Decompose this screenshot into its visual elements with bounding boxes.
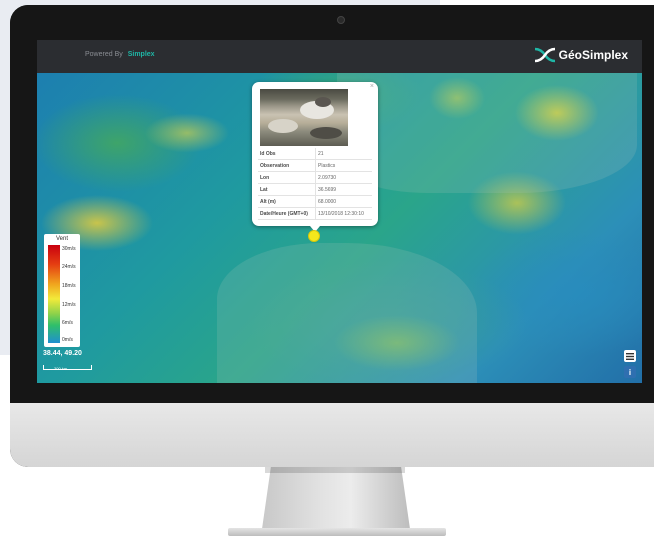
observation-photo[interactable] bbox=[260, 89, 348, 146]
table-row: Alt (m) 68.0000 bbox=[258, 195, 372, 208]
legend-title: Vent bbox=[55, 236, 68, 242]
row-key: Lat bbox=[258, 183, 316, 196]
table-row: Lat 36.5699 bbox=[258, 183, 372, 196]
monitor-base bbox=[228, 528, 446, 536]
info-button[interactable]: i bbox=[624, 366, 636, 378]
top-bar: Powered By Simplex GéoSimplex bbox=[37, 40, 642, 73]
legend-tick: 0m/s bbox=[62, 337, 73, 343]
geosimplex-logo[interactable]: GéoSimplex bbox=[533, 46, 628, 64]
table-row: Observation Plastics bbox=[258, 159, 372, 172]
land-europe bbox=[337, 73, 637, 193]
cursor-coordinates: 38.44, 49.20 bbox=[43, 350, 82, 357]
info-icon: i bbox=[628, 367, 632, 377]
photo-detail bbox=[315, 97, 331, 107]
legend-color-scale bbox=[48, 245, 60, 343]
stand-shadow bbox=[265, 467, 405, 473]
observation-table: Id Obs 21 Observation Plastics Lon 2.09730 … bbox=[258, 148, 372, 220]
layers-list-button[interactable] bbox=[624, 350, 636, 362]
observation-marker[interactable] bbox=[308, 230, 320, 242]
camera bbox=[337, 16, 345, 24]
scale-bar bbox=[43, 365, 92, 370]
list-icon bbox=[626, 352, 634, 360]
row-key: Observation bbox=[258, 159, 316, 172]
table-row: Lon 2.09730 bbox=[258, 171, 372, 184]
row-value: Plastics bbox=[315, 159, 372, 172]
table-row: Id Obs 21 bbox=[258, 148, 372, 160]
legend-tick: 30m/s bbox=[62, 246, 76, 252]
logo-text: GéoSimplex bbox=[558, 48, 628, 62]
row-key: Id Obs bbox=[258, 148, 316, 160]
row-key: Alt (m) bbox=[258, 195, 316, 208]
logo-icon bbox=[534, 47, 555, 63]
legend-tick: 6m/s bbox=[62, 320, 73, 326]
row-key: Lon bbox=[258, 171, 316, 184]
row-value: 68.0000 bbox=[315, 195, 372, 208]
app-screen: Powered By Simplex GéoSimplex Vent 30m/s… bbox=[37, 40, 642, 383]
photo-detail bbox=[310, 127, 342, 139]
powered-by-brand: Simplex bbox=[127, 51, 155, 58]
monitor: Powered By Simplex GéoSimplex Vent 30m/s… bbox=[10, 5, 654, 467]
scale-bar-label: 300 km bbox=[54, 366, 68, 371]
row-value: 36.5699 bbox=[315, 183, 372, 196]
legend-tick: 18m/s bbox=[62, 283, 76, 289]
row-value: 13/10/2018 12:30:10 bbox=[315, 207, 372, 220]
legend-tick: 12m/s bbox=[62, 302, 76, 308]
powered-by-label: Powered By bbox=[85, 51, 123, 58]
monitor-chin bbox=[10, 403, 654, 467]
row-value: 21 bbox=[315, 148, 372, 160]
wind-map[interactable]: Vent 30m/s 24m/s 18m/s 12m/s 6m/s 0m/s 3… bbox=[37, 73, 642, 383]
row-key: Date/Heure (GMT+0) bbox=[258, 207, 316, 220]
popup-close-icon[interactable]: × bbox=[370, 83, 374, 90]
row-value: 2.09730 bbox=[315, 171, 372, 184]
legend-tick: 24m/s bbox=[62, 264, 76, 270]
land-africa bbox=[217, 243, 477, 383]
monitor-stand bbox=[262, 467, 410, 529]
table-row: Date/Heure (GMT+0) 13/10/2018 12:30:10 bbox=[258, 207, 372, 220]
wind-legend: Vent 30m/s 24m/s 18m/s 12m/s 6m/s 0m/s bbox=[44, 234, 80, 347]
powered-by: Powered By Simplex bbox=[85, 51, 155, 58]
photo-detail bbox=[268, 119, 298, 133]
observation-popup: × Id Obs 21 Observation Plastics Lon 2.0973… bbox=[252, 82, 378, 226]
